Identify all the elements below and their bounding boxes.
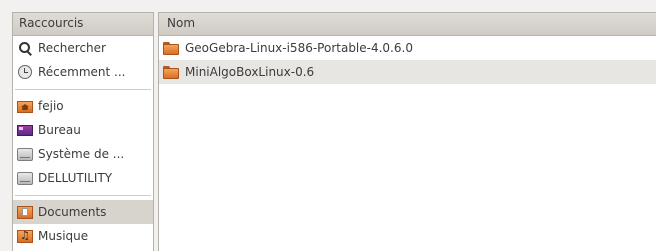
sidebar-item-documents[interactable]: Documents: [13, 200, 153, 224]
shortcuts-sidebar: Raccourcis Rechercher Récemment ... feji…: [12, 12, 154, 251]
sidebar-item-label: DELLUTILITY: [38, 171, 113, 185]
music-folder-icon: [17, 228, 33, 244]
home-folder-icon: [17, 98, 33, 114]
search-icon: [17, 40, 33, 56]
documents-folder-icon: [17, 204, 33, 220]
sidebar-item-search[interactable]: Rechercher: [13, 36, 153, 60]
recent-icon: [17, 64, 33, 80]
sidebar-item-filesystem[interactable]: Système de ...: [13, 142, 153, 166]
file-row[interactable]: MiniAlgoBoxLinux-0.6: [159, 60, 656, 84]
sidebar-item-label: Bureau: [38, 123, 81, 137]
sidebar-item-label: Musique: [38, 229, 89, 243]
sidebar-item-music[interactable]: Musique: [13, 224, 153, 248]
sidebar-item-recent[interactable]: Récemment ...: [13, 60, 153, 84]
sidebar-item-label: Rechercher: [38, 41, 106, 55]
sidebar-separator: [15, 190, 151, 196]
file-name: GeoGebra-Linux-i586-Portable-4.0.6.0: [185, 41, 413, 55]
folder-icon: [163, 65, 179, 79]
drive-icon: [17, 146, 33, 162]
folder-icon: [163, 41, 179, 55]
file-row[interactable]: GeoGebra-Linux-i586-Portable-4.0.6.0: [159, 36, 656, 60]
name-column-header[interactable]: Nom: [159, 13, 656, 36]
sidebar-item-label: fejio: [38, 99, 64, 113]
file-list: Nom GeoGebra-Linux-i586-Portable-4.0.6.0…: [158, 12, 656, 251]
sidebar-item-label: Documents: [38, 205, 107, 219]
sidebar-separator: [15, 84, 151, 90]
shortcuts-header[interactable]: Raccourcis: [13, 13, 153, 36]
file-name: MiniAlgoBoxLinux-0.6: [185, 65, 315, 79]
sidebar-item-label: Récemment ...: [38, 65, 126, 79]
sidebar-item-home[interactable]: fejio: [13, 94, 153, 118]
sidebar-item-label: Système de ...: [38, 147, 125, 161]
desktop-icon: [17, 122, 33, 138]
drive-icon: [17, 170, 33, 186]
sidebar-item-dellutility[interactable]: DELLUTILITY: [13, 166, 153, 190]
sidebar-item-desktop[interactable]: Bureau: [13, 118, 153, 142]
